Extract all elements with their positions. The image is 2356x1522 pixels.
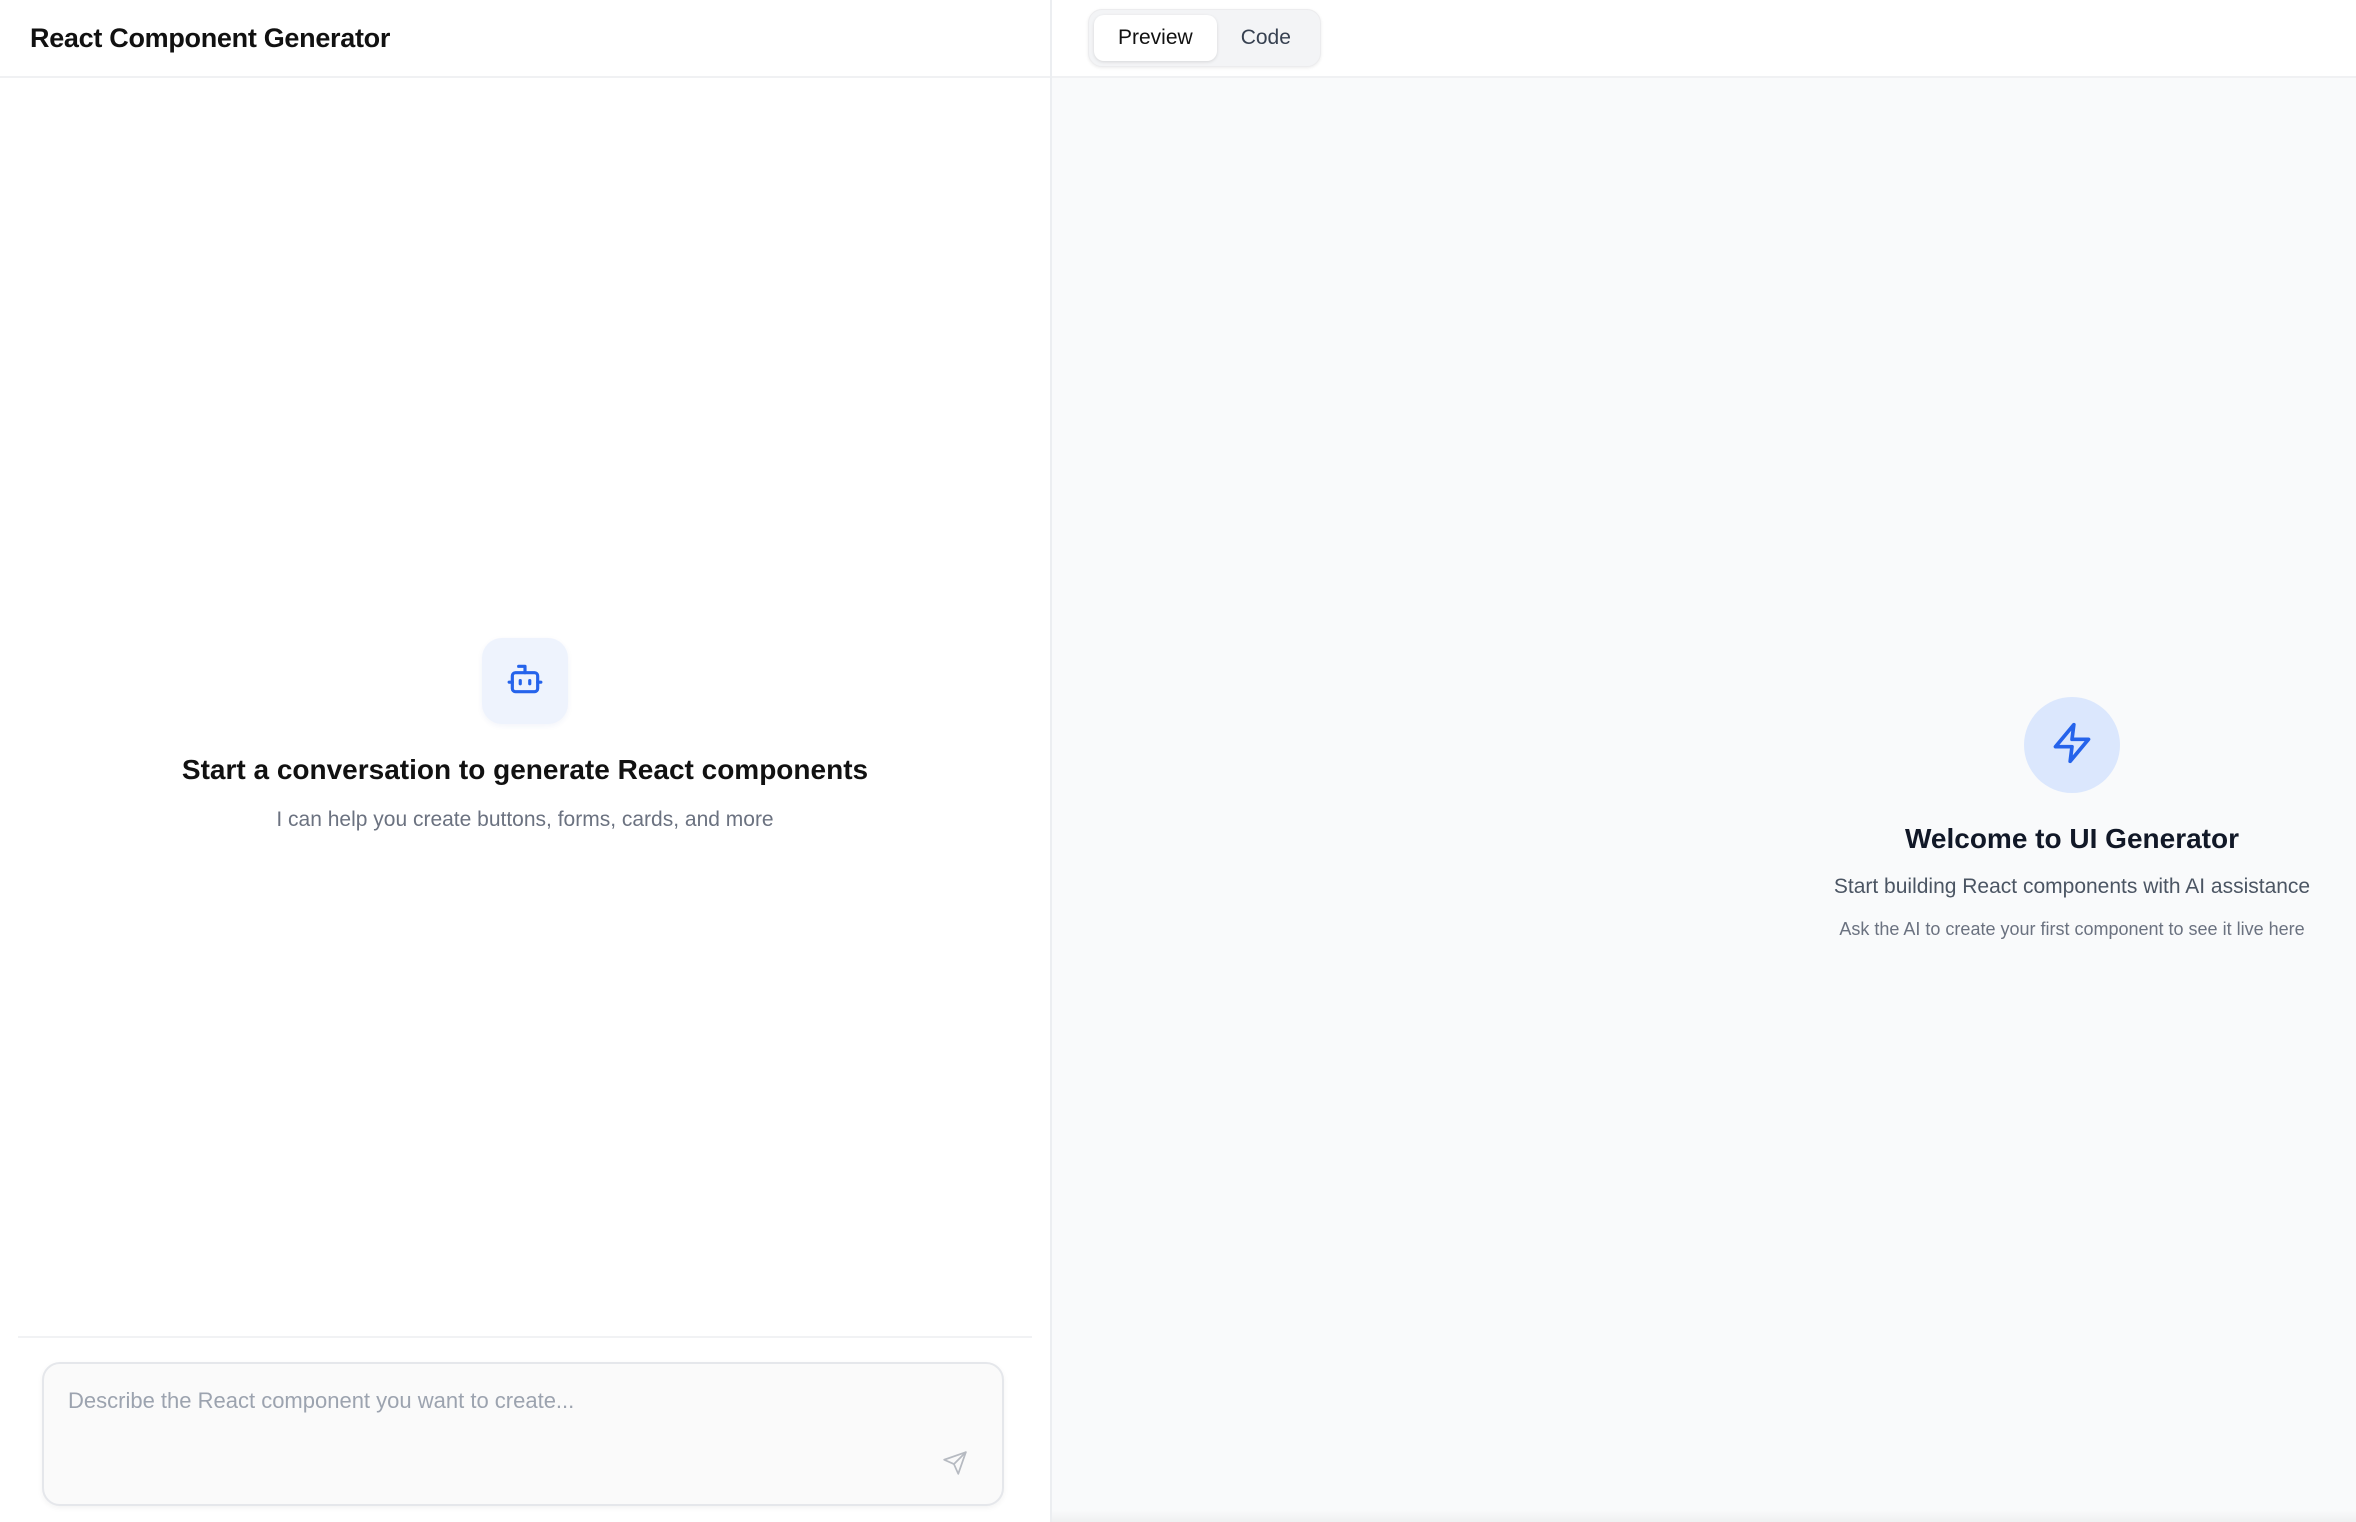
chat-empty-subtitle: I can help you create buttons, forms, ca… [276, 808, 774, 831]
chat-composer [42, 1362, 1004, 1506]
app-title: React Component Generator [30, 22, 391, 53]
chat-panel: React Component Generator Start a conver… [0, 0, 1052, 1522]
tab-code[interactable]: Code [1217, 15, 1315, 61]
view-tabs: Preview Code [1088, 9, 1321, 67]
preview-welcome: Welcome to UI Generator Start building R… [1752, 697, 2356, 940]
preview-panel: Preview Code Welcome to UI Generator Sta… [1052, 0, 2356, 1522]
composer-divider [18, 1336, 1032, 1338]
welcome-title: Welcome to UI Generator [1904, 823, 2239, 854]
welcome-subtitle: Start building React components with AI … [1833, 875, 2311, 898]
preview-header: Preview Code [1052, 0, 2356, 78]
app-root: React Component Generator Start a conver… [0, 0, 2356, 1522]
send-button[interactable] [938, 1448, 972, 1482]
lightning-bolt-icon [2050, 721, 2094, 770]
chat-header: React Component Generator [0, 0, 1050, 78]
bot-icon-tile [482, 638, 568, 724]
welcome-icon-circle [2024, 697, 2120, 793]
chat-empty-state: Start a conversation to generate React c… [0, 78, 1050, 1522]
bottom-shade [1052, 1510, 2356, 1522]
bot-icon [506, 660, 544, 703]
send-icon [942, 1450, 968, 1481]
tab-preview[interactable]: Preview [1094, 15, 1217, 61]
prompt-input[interactable] [44, 1364, 1002, 1504]
welcome-hint: Ask the AI to create your first componen… [1839, 919, 2305, 939]
chat-empty-title: Start a conversation to generate React c… [181, 754, 869, 785]
